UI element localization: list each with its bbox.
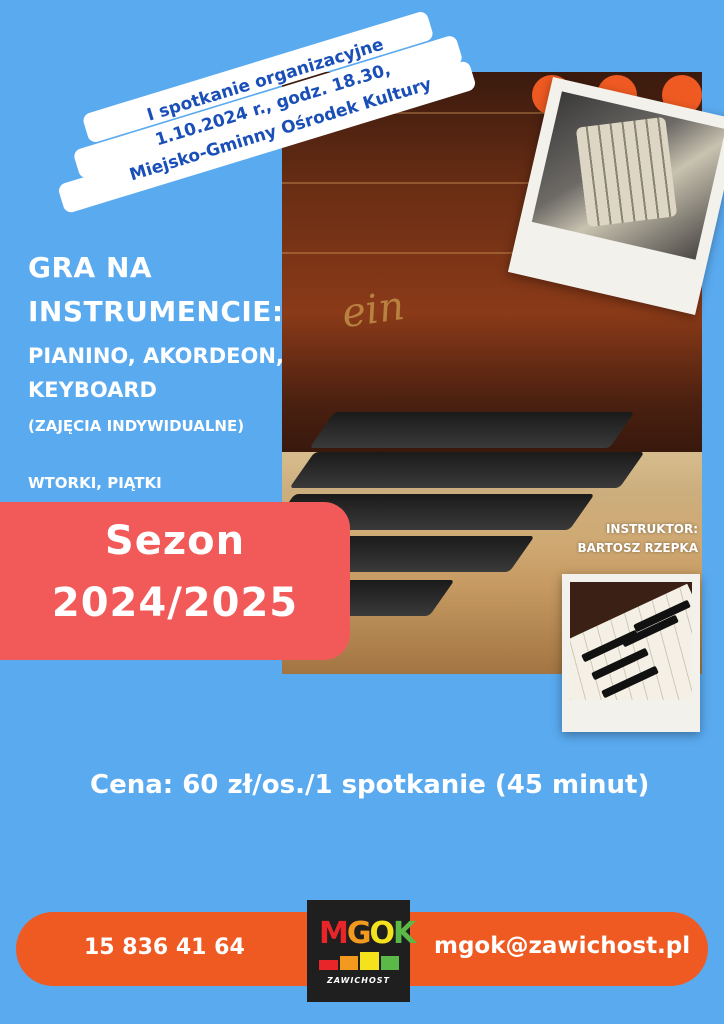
piano-keys-polaroid [562, 574, 700, 732]
title-line-2: INSTRUMENCIE: [28, 295, 284, 328]
instrument-list: PIANINO, AKORDEON, KEYBOARD [28, 339, 284, 407]
instructor-label: INSTRUKTOR: [605, 522, 698, 536]
email-link[interactable]: mgok@zawichost.pl [434, 933, 690, 959]
meeting-banner: I spotkanie organizacyjne 1.10.2024 r., … [28, 10, 498, 215]
season-box: Sezon 2024/2025 [0, 502, 350, 660]
page-title: GRA NA INSTRUMENCIE: [28, 246, 284, 334]
individual-note: (ZAJĘCIA INDYWIDUALNE) [28, 417, 245, 435]
mgok-logo: MGOK ZAWICHOST [307, 900, 416, 1002]
phone-number[interactable]: 15 836 41 64 [84, 935, 245, 960]
logo-letters: MGOK [319, 916, 416, 951]
title-line-4: KEYBOARD [28, 378, 157, 402]
logo-subtitle: ZAWICHOST [327, 976, 390, 985]
title-line-1: GRA NA [28, 251, 153, 284]
season-label: Sezon [104, 518, 246, 564]
instructor-info: INSTRUKTOR: BARTOSZ RZEPKA [548, 520, 698, 558]
logo-bars [319, 952, 399, 970]
price-text: Cena: 60 zł/os./1 spotkanie (45 minut) [90, 770, 650, 800]
schedule-days: WTORKI, PIĄTKI [28, 474, 162, 492]
season-years: 2024/2025 [51, 580, 299, 626]
instructor-name: BARTOSZ RZEPKA [577, 541, 698, 555]
title-line-3: PIANINO, AKORDEON, [28, 344, 284, 368]
